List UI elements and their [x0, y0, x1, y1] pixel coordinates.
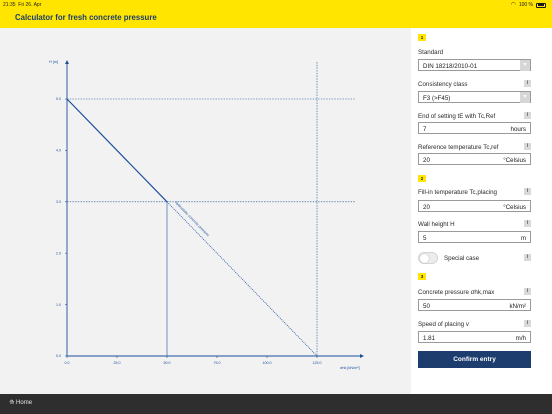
ref-temp-unit: °Celsius	[503, 156, 526, 164]
y-tick-label: 5.0	[56, 97, 61, 101]
y-tick-label: 0.0	[56, 354, 61, 358]
ref-temp-label: Reference temperature Tc,ref	[418, 144, 499, 151]
x-axis-arrow	[360, 354, 364, 358]
wall-height-label: Wall height H	[418, 221, 455, 228]
wall-height-input[interactable]: 5 m	[418, 231, 531, 243]
info-icon[interactable]: i	[524, 220, 531, 227]
consistency-select[interactable]: F3 (>F45) ▼	[418, 91, 531, 103]
consistency-label: Consistency class	[418, 81, 468, 88]
fill-temp-value: 20	[423, 203, 430, 211]
pressure-chart: 0.0 25.0 50.0 75.0 100.0 125.0 0.0 1.0 2.0 3.0 4.0…	[49, 60, 364, 370]
wall-height-unit: m	[520, 234, 526, 242]
info-icon[interactable]: i	[524, 288, 531, 295]
standard-value: DIN 18218/2010-01	[423, 62, 478, 70]
y-tick-label: 3.0	[56, 200, 61, 204]
status-time-date: 21:35 Fri 26. Apr	[3, 2, 41, 8]
section-badge-2: 2	[418, 175, 426, 182]
chart-annotation: hydrostatic concrete pressure	[174, 201, 210, 238]
concrete-pressure-label: Concrete pressure σhk,max	[418, 289, 495, 296]
speed-input[interactable]: 1.81 m/h	[418, 331, 531, 343]
x-axis-label: σhk [kN/m²]	[340, 366, 360, 370]
status-date: Fri 26. Apr	[18, 2, 42, 8]
y-axis-label: H [m]	[49, 60, 58, 64]
consistency-value: F3 (>F45)	[423, 94, 451, 102]
home-button[interactable]: ⟰ Home	[9, 399, 33, 407]
x-tick-label: 50.0	[164, 361, 171, 365]
series-line	[166, 201, 318, 357]
fill-temp-unit: °Celsius	[503, 203, 526, 211]
y-tick-label: 2.0	[56, 251, 61, 255]
home-icon: ⟰	[9, 400, 15, 406]
speed-value: 1.81	[423, 334, 436, 342]
series-line	[66, 98, 168, 203]
info-icon[interactable]: i	[524, 254, 531, 261]
page-title: Calculator for fresh concrete pressure	[15, 13, 157, 22]
info-icon[interactable]: i	[524, 112, 531, 119]
x-tick-label: 100.0	[263, 361, 272, 365]
concrete-pressure-input[interactable]: 50 kN/m²	[418, 299, 531, 311]
end-setting-label: End of setting tE with Tc,Ref	[418, 113, 496, 120]
info-icon[interactable]: i	[524, 143, 531, 150]
x-tick-label: 25.0	[114, 361, 121, 365]
ref-temp-input[interactable]: 20 °Celsius	[418, 153, 531, 165]
section-badge-3: 3	[418, 273, 426, 280]
app-header: Calculator for fresh concrete pressure	[0, 9, 552, 28]
standard-select[interactable]: DIN 18218/2010-01 ▼	[418, 59, 531, 71]
speed-unit: m/h	[515, 334, 526, 342]
y-tick-label: 1.0	[56, 303, 61, 307]
y-tick-label: 4.0	[56, 149, 61, 153]
chevron-down-icon: ▼	[520, 92, 530, 103]
battery-icon	[536, 2, 546, 8]
battery-percent: 100 %	[518, 2, 533, 8]
y-axis-arrow	[65, 60, 69, 64]
info-icon[interactable]: i	[524, 320, 531, 327]
info-icon[interactable]: i	[524, 188, 531, 195]
status-time: 21:35	[3, 2, 16, 8]
end-setting-input[interactable]: 7 hours	[418, 122, 531, 134]
wall-height-value: 5	[423, 234, 427, 242]
speed-label: Speed of placing v	[418, 321, 469, 328]
special-case-label: Special case	[444, 255, 480, 262]
x-tick-label: 75.0	[214, 361, 221, 365]
wifi-icon: ◠	[510, 1, 516, 8]
chevron-down-icon: ▼	[520, 60, 530, 71]
bottom-nav: ⟰ Home	[0, 394, 552, 414]
home-label: Home	[16, 399, 33, 406]
ref-temp-value: 20	[423, 156, 430, 164]
concrete-pressure-value: 50	[423, 302, 430, 310]
concrete-pressure-unit: kN/m²	[509, 302, 527, 310]
status-right: ◠ 100 %	[511, 2, 546, 8]
status-bar: 21:35 Fri 26. Apr ◠ 100 %	[0, 0, 552, 9]
fill-temp-input[interactable]: 20 °Celsius	[418, 200, 531, 212]
x-tick-label: 0.0	[65, 361, 70, 365]
end-setting-unit: hours	[510, 125, 526, 133]
special-case-toggle[interactable]	[418, 252, 438, 264]
info-icon[interactable]: i	[524, 80, 531, 87]
chart-panel: 0.0 25.0 50.0 75.0 100.0 125.0 0.0 1.0 2.0 3.0 4.0…	[0, 28, 411, 394]
confirm-entry-button[interactable]: Confirm entry	[418, 351, 531, 368]
x-tick-label: 125.0	[313, 361, 322, 365]
fill-temp-label: Fill-in temperature Tc,placing	[418, 189, 497, 196]
standard-label: Standard	[418, 49, 444, 56]
end-setting-value: 7	[423, 125, 427, 133]
section-badge-1: 1	[418, 34, 426, 41]
